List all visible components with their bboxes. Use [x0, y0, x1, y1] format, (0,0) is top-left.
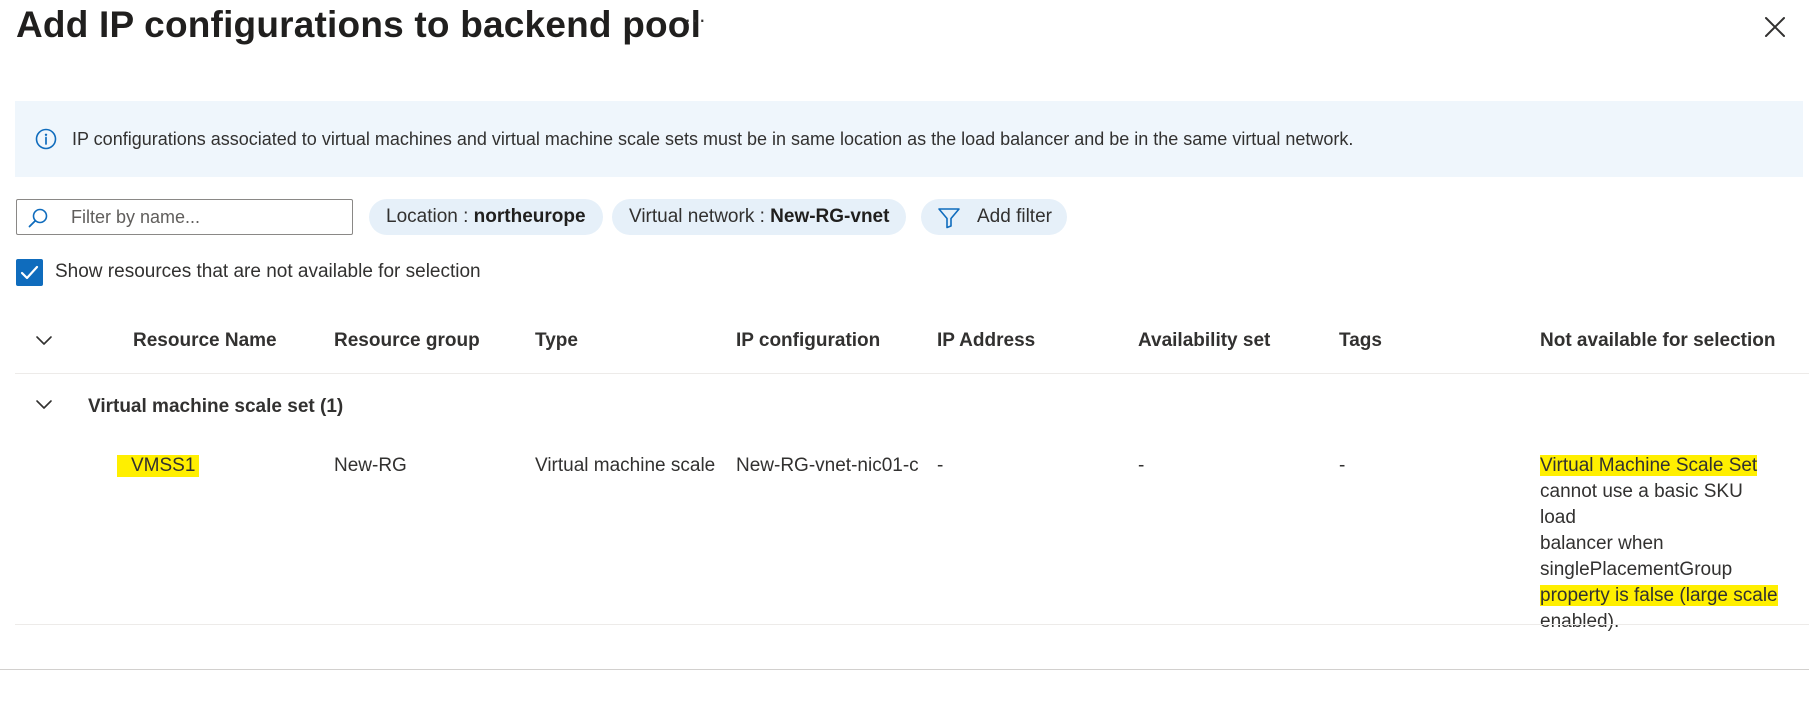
location-filter-pill[interactable]: Location : northeurope: [369, 199, 603, 235]
cell-resource-name: VMSS1: [117, 455, 207, 477]
reason-line: Virtual Machine Scale Set: [1540, 455, 1758, 476]
resource-name-text: VMSS1: [117, 455, 200, 477]
page-title: Add IP configurations to backend pool: [16, 4, 702, 45]
vnet-filter-value: New-RG-vnet: [770, 206, 890, 227]
row-divider: [15, 624, 1809, 625]
cell-availability-set: -: [1138, 455, 1145, 476]
info-icon: [35, 128, 57, 150]
chevron-down-icon[interactable]: [34, 395, 54, 415]
add-filter-button[interactable]: Add filter: [921, 199, 1067, 235]
location-filter-value: northeurope: [473, 206, 586, 227]
reason-line: singlePlacementGroup: [1540, 559, 1733, 580]
column-header-resource-name[interactable]: Resource Name: [133, 330, 277, 352]
filter-by-name: [16, 199, 353, 235]
reason-line: cannot use a basic SKU load: [1540, 481, 1743, 528]
close-button[interactable]: [1762, 14, 1788, 40]
cell-not-available-reason: Virtual Machine Scale Set cannot use a b…: [1540, 453, 1780, 635]
vnet-filter-label: Virtual network :: [629, 206, 771, 227]
group-header-vmss[interactable]: Virtual machine scale set (1): [88, 396, 343, 418]
checkmark-icon: [20, 265, 39, 280]
filter-icon: [938, 208, 960, 229]
cell-type: Virtual machine scale: [535, 455, 716, 476]
show-unavailable-label: Show resources that are not available fo…: [55, 261, 481, 282]
reason-line: property is false (large scale: [1540, 585, 1778, 606]
more-options-button[interactable]: ···: [682, 9, 708, 36]
column-header-tags[interactable]: Tags: [1339, 330, 1382, 352]
column-header-availability-set[interactable]: Availability set: [1138, 330, 1270, 352]
reason-line: enabled).: [1540, 611, 1620, 632]
info-banner-text: IP configurations associated to virtual …: [72, 129, 1354, 149]
column-header-ip-configuration[interactable]: IP configuration: [736, 330, 880, 352]
search-icon: [28, 208, 48, 228]
close-icon: [1765, 17, 1785, 37]
header-divider: [15, 373, 1809, 374]
virtual-network-filter-pill[interactable]: Virtual network : New-RG-vnet: [612, 199, 907, 235]
cell-ip-address: -: [937, 455, 944, 476]
panel-bottom-border: [0, 669, 1809, 670]
cell-resource-group: New-RG: [334, 455, 407, 476]
filter-by-name-input[interactable]: [71, 204, 341, 230]
column-header-type[interactable]: Type: [535, 330, 578, 352]
chevron-down-icon[interactable]: [34, 331, 54, 351]
column-header-resource-group[interactable]: Resource group: [334, 330, 480, 352]
location-filter-label: Location :: [386, 206, 474, 227]
show-unavailable-checkbox[interactable]: [16, 259, 43, 286]
cell-ip-configuration: New-RG-vnet-nic01-c: [736, 455, 919, 476]
info-banner: IP configurations associated to virtual …: [15, 101, 1803, 177]
column-header-not-available[interactable]: Not available for selection: [1540, 330, 1775, 352]
cell-tags: -: [1339, 455, 1346, 476]
add-filter-label: Add filter: [977, 206, 1052, 227]
reason-line: balancer when: [1540, 533, 1664, 554]
column-header-ip-address[interactable]: IP Address: [937, 330, 1035, 352]
